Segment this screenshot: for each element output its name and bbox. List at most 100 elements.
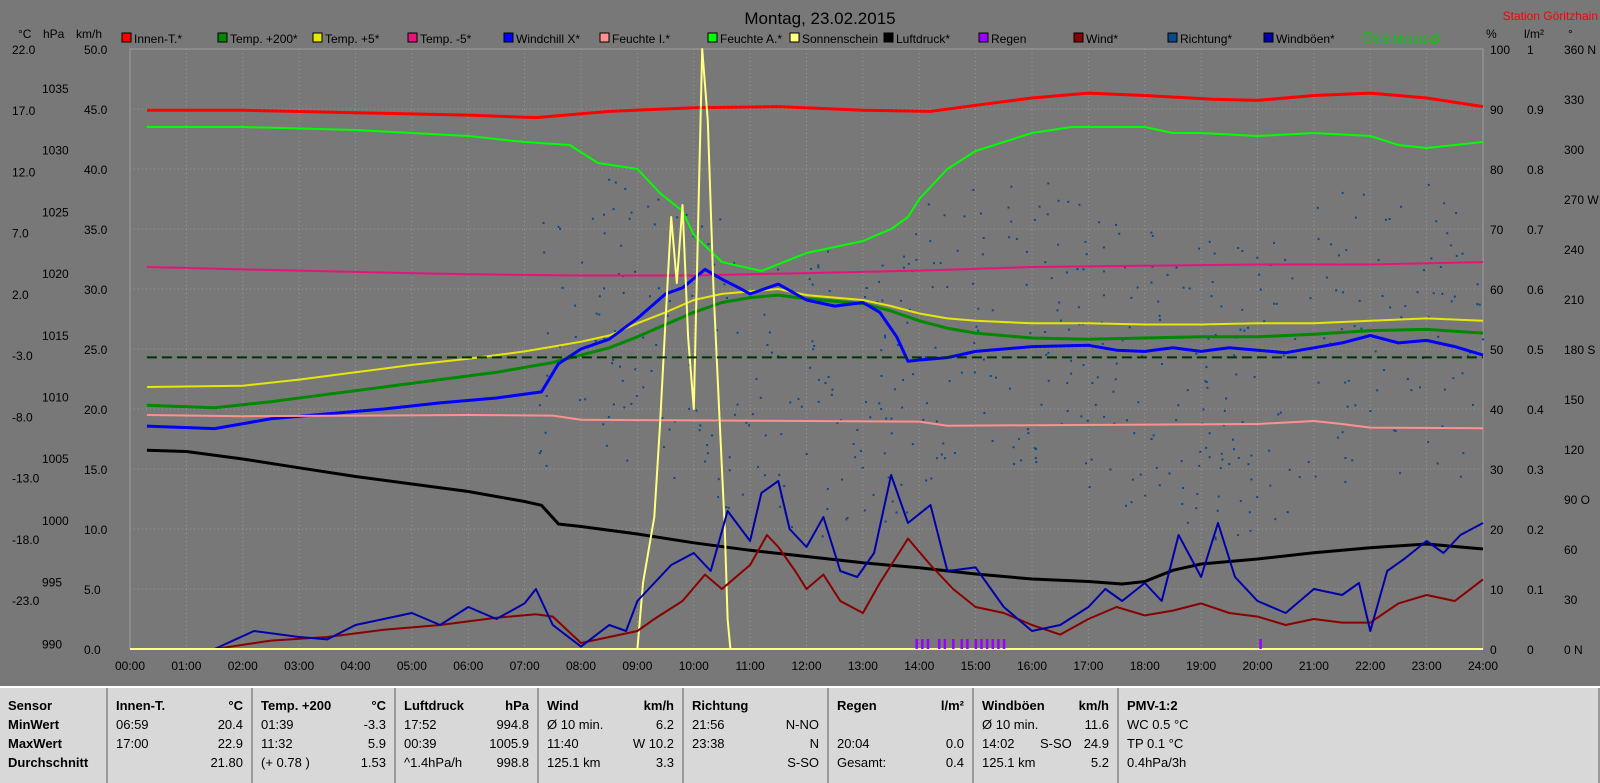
tick-label-time: 00:00 bbox=[115, 659, 145, 673]
rain-bar bbox=[943, 639, 947, 649]
direction-dot bbox=[1410, 389, 1413, 392]
direction-dot bbox=[650, 369, 653, 372]
direction-dot bbox=[841, 478, 844, 481]
direction-dot bbox=[925, 402, 928, 405]
direction-dot bbox=[991, 309, 994, 312]
direction-dot bbox=[1279, 411, 1282, 414]
axis-title-lm2: l/m² bbox=[1524, 27, 1544, 41]
direction-dot bbox=[608, 178, 611, 181]
direction-dot bbox=[1247, 326, 1250, 329]
direction-dot bbox=[884, 520, 887, 523]
direction-dot bbox=[1067, 200, 1070, 203]
tick-label-lm2: 0.7 bbox=[1527, 223, 1544, 237]
tick-label-lm2: 0.9 bbox=[1527, 103, 1544, 117]
direction-dot bbox=[942, 442, 945, 445]
direction-dot bbox=[655, 344, 658, 347]
direction-dot bbox=[1241, 421, 1244, 424]
tick-label-lm2: 1 bbox=[1527, 43, 1534, 57]
legend-swatch bbox=[978, 32, 989, 43]
direction-dot bbox=[1115, 362, 1118, 365]
legend-swatch bbox=[599, 32, 610, 43]
direction-dot bbox=[1250, 454, 1253, 457]
direction-dot bbox=[1404, 305, 1407, 308]
direction-dot bbox=[915, 233, 918, 236]
direction-dot bbox=[1112, 390, 1115, 393]
tick-label-time: 07:00 bbox=[510, 659, 540, 673]
direction-dot bbox=[1337, 254, 1340, 257]
stats-cell-value: N-NO bbox=[785, 717, 819, 732]
tick-label-time: 21:00 bbox=[1299, 659, 1329, 673]
direction-dot bbox=[1233, 354, 1236, 357]
direction-dot bbox=[824, 382, 827, 385]
direction-dot bbox=[817, 266, 820, 269]
direction-dot bbox=[1354, 404, 1357, 407]
direction-dot bbox=[1070, 359, 1073, 362]
direction-dot bbox=[1157, 300, 1160, 303]
direction-dot bbox=[1205, 446, 1208, 449]
stats-cell-value: 6.2 bbox=[655, 717, 674, 732]
direction-dot bbox=[728, 469, 731, 472]
direction-dot bbox=[883, 334, 886, 337]
direction-dot bbox=[624, 187, 627, 190]
direction-dot bbox=[1126, 419, 1129, 422]
direction-dot bbox=[1084, 240, 1087, 243]
direction-dot bbox=[1070, 372, 1073, 375]
direction-dot bbox=[1478, 303, 1481, 306]
direction-dot bbox=[1217, 495, 1220, 498]
stats-header-unit: km/h bbox=[643, 698, 674, 713]
stats-cell-label: 21:56 bbox=[692, 717, 725, 732]
tick-label-lm2: 0.8 bbox=[1527, 163, 1544, 177]
direction-dot bbox=[1432, 292, 1435, 295]
direction-dot bbox=[789, 401, 792, 404]
direction-dot bbox=[706, 444, 709, 447]
direction-dot bbox=[934, 346, 937, 349]
direction-dot bbox=[1274, 518, 1277, 521]
direction-dot bbox=[748, 424, 751, 427]
stats-row: 23:38 N bbox=[692, 736, 819, 755]
direction-dot bbox=[1277, 413, 1280, 416]
stats-row: ^1.4hPa/h 998.8 bbox=[404, 755, 529, 774]
tick-label-time: 05:00 bbox=[397, 659, 427, 673]
direction-dot bbox=[598, 313, 601, 316]
direction-dot bbox=[763, 313, 766, 316]
direction-dot bbox=[1455, 254, 1458, 257]
direction-dot bbox=[1228, 463, 1231, 466]
direction-dot bbox=[1476, 303, 1479, 306]
tick-label-temp: 17.0 bbox=[12, 104, 36, 118]
direction-dot bbox=[1008, 236, 1011, 239]
direction-dot bbox=[935, 420, 938, 423]
direction-dot bbox=[1175, 266, 1178, 269]
tick-label-deg: 360 N bbox=[1564, 43, 1596, 57]
direction-dot bbox=[1248, 511, 1251, 514]
direction-dot bbox=[922, 418, 925, 421]
tick-label-deg: 0 N bbox=[1564, 643, 1583, 657]
direction-dot bbox=[725, 506, 728, 509]
direction-dot bbox=[1335, 289, 1338, 292]
tick-label-deg: 240 bbox=[1564, 243, 1584, 257]
direction-dot bbox=[614, 181, 617, 184]
direction-dot bbox=[603, 232, 606, 235]
direction-dot bbox=[883, 452, 886, 455]
tick-label-deg: 270 W bbox=[1564, 193, 1599, 207]
direction-dot bbox=[1040, 403, 1043, 406]
stats-column: Windböen km/h Ø 10 min. 11.6 14:02 S-SO 24.9 12… bbox=[974, 688, 1119, 783]
direction-dot bbox=[1400, 316, 1403, 319]
direction-dot bbox=[1175, 419, 1178, 422]
tick-label-temp: 22.0 bbox=[12, 43, 36, 57]
direction-dot bbox=[1035, 448, 1038, 451]
tick-label-kmh: 35.0 bbox=[84, 223, 108, 237]
direction-dot bbox=[1102, 294, 1105, 297]
direction-dot bbox=[1344, 480, 1347, 483]
tick-label-hpa: 1010 bbox=[42, 391, 69, 405]
direction-dot bbox=[727, 506, 730, 509]
direction-dot bbox=[1256, 496, 1259, 499]
stats-cell-label: Ø 10 min. bbox=[547, 717, 604, 732]
direction-dot bbox=[906, 321, 909, 324]
direction-dot bbox=[817, 400, 820, 403]
direction-dot bbox=[1237, 457, 1240, 460]
direction-dot bbox=[1208, 240, 1211, 243]
direction-dot bbox=[1354, 216, 1357, 219]
stats-cell-label: 17:52 bbox=[404, 717, 437, 732]
direction-dot bbox=[717, 495, 720, 498]
direction-dot bbox=[1336, 436, 1339, 439]
